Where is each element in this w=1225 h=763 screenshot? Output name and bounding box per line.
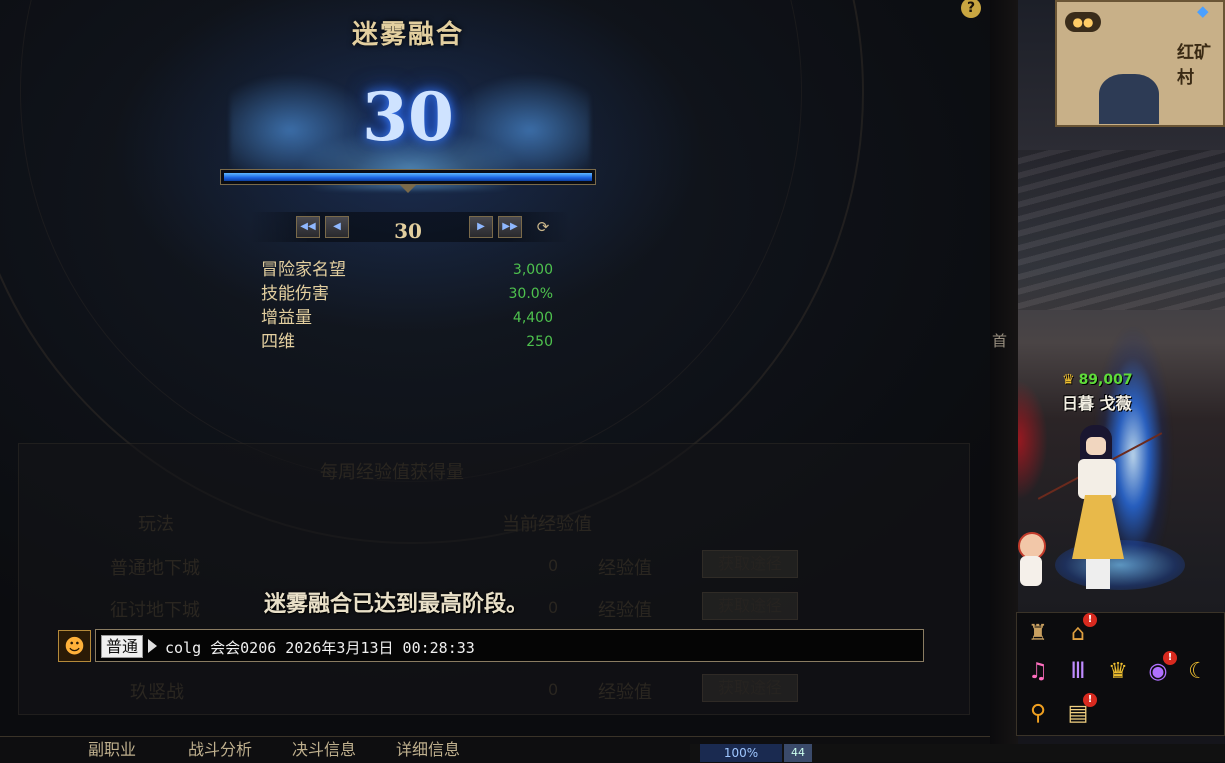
row-unit: 经验值 (598, 600, 652, 621)
character-skirt (1072, 495, 1124, 559)
stat-row: 技能伤害 30.0% (261, 282, 553, 306)
stat-name: 冒险家名望 (261, 260, 346, 280)
next-level-button[interactable]: ▶ (469, 216, 493, 238)
pet-body (1020, 556, 1042, 586)
refresh-icon[interactable]: ⟳ (534, 216, 552, 238)
fusion-level: 30 (362, 78, 454, 156)
stat-value: 250 (526, 334, 553, 350)
stat-value: 3,000 (512, 262, 553, 278)
progress-notch (400, 185, 416, 193)
chat-message: colg 会会0206 2026年3月13日 00:28:33 (165, 639, 475, 657)
book-icon[interactable]: ▤! (1061, 693, 1097, 731)
row-label: 玖竖战 (130, 682, 184, 703)
stat-row: 冒险家名望 3,000 (261, 258, 553, 282)
max-stage-notice: 迷雾融合已达到最高阶段。 (264, 592, 529, 617)
stats-list: 冒险家名望 3,000 技能伤害 30.0% 增益量 4,400 四维 250 (261, 258, 553, 354)
character-icon[interactable]: ♜ (1021, 617, 1055, 651)
get-route-button[interactable]: 获取途径 (702, 674, 798, 702)
prev-level-button[interactable]: ◀ (325, 216, 349, 238)
row-label: 征讨地下城 (110, 600, 200, 621)
get-route-button[interactable]: 获取途径 (702, 550, 798, 578)
chat-emoji-icon[interactable]: ☻ (58, 630, 91, 662)
alert-badge-icon: ! (1083, 693, 1097, 707)
row-label: 普通地下城 (110, 558, 200, 579)
orb-icon[interactable]: ◉! (1141, 651, 1177, 689)
panel-title: 迷雾融合 (351, 20, 464, 50)
character-top (1078, 459, 1116, 499)
tab-detail-info[interactable]: 详细信息 (386, 737, 470, 763)
pager-level-value: 30 (394, 219, 422, 243)
stat-name: 增益量 (261, 308, 312, 328)
row-value: 0 (548, 598, 559, 617)
crown-menu-icon[interactable]: ♛ (1101, 655, 1135, 689)
help-icon[interactable]: ? (961, 0, 981, 18)
stat-name: 四维 (261, 332, 295, 352)
character-name: 日暮 戈薇 (1062, 394, 1132, 413)
stat-row: 增益量 4,400 (261, 306, 553, 330)
minimap-location: 红矿村 (1177, 43, 1211, 88)
fusion-progress-fill (224, 173, 592, 181)
character-nameplate: ♛ 89,007 日暮 戈薇 (1062, 372, 1212, 414)
get-route-button[interactable]: 获取途径 (702, 592, 798, 620)
first-level-button[interactable]: ◀◀ (296, 216, 320, 238)
tab-duel-info[interactable]: 决斗信息 (282, 737, 366, 763)
alert-badge-icon: ! (1163, 651, 1177, 665)
character-face (1086, 437, 1106, 455)
quick-menu-panel: ♜ ⌂! ♫ Ⅲ ♛ ◉! ☾ ⚲ ▤! (1016, 612, 1225, 736)
pet-companion[interactable] (1016, 520, 1046, 590)
party-avatars-icon[interactable]: ●● (1065, 12, 1101, 32)
row-value: 0 (548, 556, 559, 575)
crown-icon: ♛ (1062, 372, 1075, 388)
chat-bar[interactable]: 普通 colg 会会0206 2026年3月13日 00:28:33 (95, 629, 924, 662)
weekly-exp-title: 每周经验值获得量 (320, 462, 464, 483)
tab-battle-analysis[interactable]: 战斗分析 (178, 737, 262, 763)
channel-arrow-icon (148, 639, 157, 653)
player-character[interactable] (1037, 425, 1163, 595)
stat-value: 30.0% (508, 286, 553, 302)
tab-sub-profession[interactable]: 副职业 (78, 737, 146, 763)
exp-percent: 100% (700, 744, 782, 762)
row-unit: 经验值 (598, 558, 652, 579)
panel-divider (990, 0, 1018, 762)
last-level-button[interactable]: ▶▶ (498, 216, 522, 238)
chat-channel-chip[interactable]: 普通 (101, 635, 144, 658)
minimap[interactable]: ●● ◆ 红矿村 (1055, 0, 1225, 127)
alert-badge-icon: ! (1083, 613, 1097, 627)
row-unit: 经验值 (598, 682, 652, 703)
map-marker-icon: ◆ (1197, 2, 1209, 20)
row-value: 0 (548, 680, 559, 699)
music-icon[interactable]: ♫ (1021, 655, 1055, 689)
house-icon[interactable]: ⌂! (1061, 613, 1097, 651)
power-value: 89,007 (1078, 372, 1133, 388)
column-header-exp: 当前经验值 (502, 514, 592, 535)
location-pin-icon[interactable]: ⚲ (1021, 697, 1055, 731)
minimap-creature (1099, 74, 1159, 124)
player-level: 44 (784, 744, 812, 762)
guild-icon[interactable]: Ⅲ (1061, 655, 1095, 689)
moon-icon[interactable]: ☾ (1181, 655, 1215, 689)
column-header-mode: 玩法 (138, 514, 174, 535)
stat-value: 4,400 (512, 310, 553, 326)
character-power: ♛ 89,007 (1062, 372, 1212, 388)
lava-crack (1018, 380, 1048, 500)
fusion-progress-bar (220, 169, 596, 185)
stat-name: 技能伤害 (261, 284, 329, 304)
stat-row: 四维 250 (261, 330, 553, 354)
side-label: 首 (992, 332, 1008, 350)
character-legs (1086, 559, 1110, 589)
rock-terrain (1018, 150, 1225, 310)
